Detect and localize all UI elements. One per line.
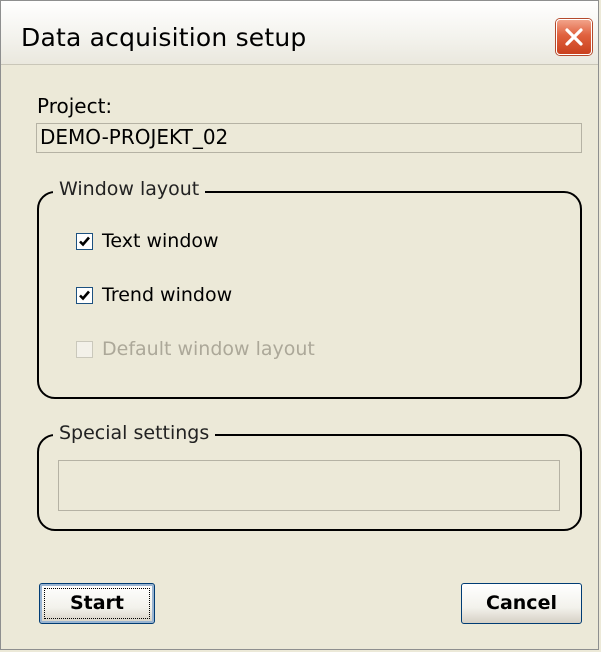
start-button[interactable]: Start	[39, 583, 155, 624]
window-layout-legend: Window layout	[53, 178, 206, 200]
default-window-layout-checkbox	[76, 341, 93, 358]
default-window-layout-label: Default window layout	[102, 338, 315, 360]
special-settings-field	[58, 460, 560, 511]
dialog-title: Data acquisition setup	[21, 23, 307, 52]
checkmark-icon	[79, 236, 90, 247]
text-window-checkbox[interactable]	[76, 233, 93, 250]
project-label: Project:	[37, 94, 113, 118]
data-acquisition-dialog: Data acquisition setup Project: DEMO-PRO…	[0, 0, 599, 650]
title-bar[interactable]: Data acquisition setup	[1, 1, 598, 65]
cancel-button-label: Cancel	[486, 592, 557, 614]
trend-window-label[interactable]: Trend window	[102, 284, 232, 306]
cancel-button[interactable]: Cancel	[461, 583, 582, 624]
checkmark-icon	[79, 290, 90, 301]
close-button[interactable]	[556, 19, 592, 55]
trend-window-checkbox[interactable]	[76, 287, 93, 304]
project-field: DEMO-PROJEKT_02	[36, 123, 582, 153]
special-settings-legend: Special settings	[53, 422, 216, 444]
text-window-label[interactable]: Text window	[102, 230, 219, 252]
start-button-label: Start	[69, 592, 125, 614]
close-icon	[565, 28, 583, 46]
